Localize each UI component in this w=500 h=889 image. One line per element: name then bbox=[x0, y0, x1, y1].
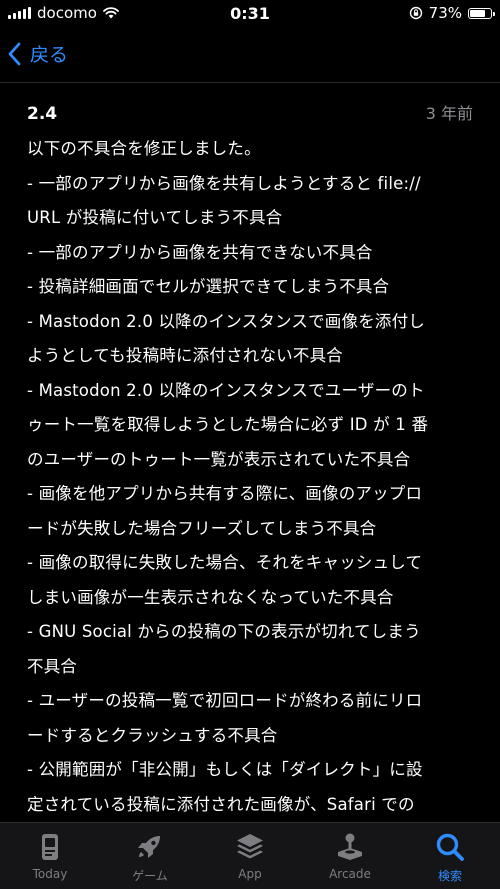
version-history-content[interactable]: 2.4 3 年前 以下の不具合を修正しました。 - 一部のアプリから画像を共有しよ… bbox=[27, 100, 473, 823]
tab-label: Today bbox=[32, 867, 68, 881]
tab-today[interactable]: Today bbox=[0, 823, 100, 889]
release-note-line: のユーザーのトゥート一覧が表示されていた不具合 bbox=[27, 449, 411, 469]
release-note-line: ードするとクラッシュする不具合 bbox=[27, 725, 278, 745]
release-note-line: ードが失敗した場合フリーズしてしまう不具合 bbox=[27, 518, 377, 538]
release-note-line: - 一部のアプリから画像を共有しようとすると file:// bbox=[27, 173, 421, 193]
search-icon bbox=[436, 833, 464, 861]
release-note-line: - GNU Social からの投稿の下の表示が切れてしまう bbox=[27, 622, 421, 641]
tab-label: App bbox=[238, 867, 262, 881]
release-note-line: 定されている投稿に添付された画像が、Safari での bbox=[27, 794, 415, 814]
battery-percent: 73% bbox=[428, 4, 462, 22]
status-bar: docomo 0:31 73% bbox=[0, 0, 500, 28]
app-store-screen: docomo 0:31 73% 戻る 2.4 3 年前 以下の不具合を修正しまし… bbox=[0, 0, 500, 889]
release-note-line: ようとしても投稿時に添付されない不具合 bbox=[27, 346, 343, 365]
release-notes: 以下の不具合を修正しました。 - 一部のアプリから画像を共有しようとすると fil… bbox=[27, 132, 473, 823]
joystick-icon bbox=[338, 833, 362, 860]
release-note-line: - Mastodon 2.0 以降のインスタンスで画像を添付し bbox=[27, 311, 426, 331]
tab-games[interactable]: ゲーム bbox=[100, 823, 200, 889]
tab-label: Arcade bbox=[329, 867, 371, 881]
release-note-line: - 画像を他アプリから共有する際に、画像のアップロ bbox=[27, 484, 423, 503]
release-note-line: - 公開範囲が「非公開」もしくは「ダイレクト」に設 bbox=[27, 760, 423, 779]
release-note-line: しまい画像が一生表示されなくなっていた不具合 bbox=[27, 587, 394, 607]
battery-icon bbox=[468, 7, 495, 19]
release-note-line: - ユーザーの投稿一覧で初回ロードが終わる前にリロ bbox=[27, 691, 423, 710]
today-icon bbox=[42, 834, 58, 860]
release-note-line: - 一部のアプリから画像を共有できない不具合 bbox=[27, 242, 373, 262]
version-header: 2.4 3 年前 bbox=[27, 100, 473, 132]
tab-label: 検索 bbox=[437, 869, 462, 883]
release-note-line: 不具合 bbox=[27, 656, 78, 676]
chevron-left-icon bbox=[8, 42, 21, 65]
orientation-lock-icon bbox=[409, 6, 422, 20]
tab-arcade[interactable]: Arcade bbox=[300, 823, 400, 889]
release-note-line: - 投稿詳細画面でセルが選択できてしまう不具合 bbox=[27, 277, 390, 296]
tab-label: ゲーム bbox=[132, 869, 168, 883]
battery-level bbox=[470, 9, 485, 17]
apps-stack-icon bbox=[237, 834, 263, 859]
tab-search[interactable]: 検索 bbox=[400, 823, 500, 889]
back-button[interactable]: 戻る bbox=[8, 40, 68, 67]
release-note-line: - 画像の取得に失敗した場合、それをキャッシュして bbox=[27, 553, 423, 572]
tab-bar: Today ゲーム App Arcade 検索 bbox=[0, 822, 500, 889]
tab-apps[interactable]: App bbox=[200, 823, 300, 889]
back-label: 戻る bbox=[30, 44, 69, 66]
release-note-line: URL が投稿に付いてしまう不具合 bbox=[27, 208, 283, 227]
status-right: 73% bbox=[409, 4, 495, 22]
release-note-line: - Mastodon 2.0 以降のインスタンスでユーザーのト bbox=[27, 380, 425, 400]
rocket-icon bbox=[138, 836, 160, 858]
version-number: 2.4 bbox=[27, 104, 58, 124]
release-note-line: 以下の不具合を修正しました。 bbox=[27, 139, 261, 158]
release-date: 3 年前 bbox=[425, 104, 473, 123]
navigation-bar: 戻る bbox=[0, 30, 500, 83]
release-note-line: ゥート一覧を取得しようとした場合に必ず ID が 1 番 bbox=[27, 415, 429, 434]
